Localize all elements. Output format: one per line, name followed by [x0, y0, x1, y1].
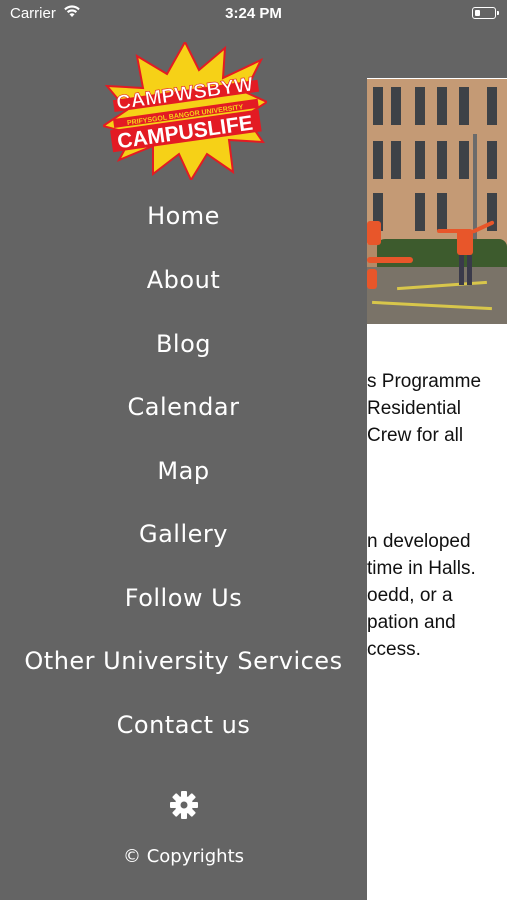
menu-item-gallery[interactable]: Gallery	[0, 520, 367, 548]
menu-item-calendar[interactable]: Calendar	[0, 393, 367, 421]
background-text-line: s Programme	[367, 371, 482, 392]
background-text-line: pation and	[367, 612, 456, 633]
background-text-line: ccess.	[367, 639, 421, 660]
menu-item-follow-us[interactable]: Follow Us	[0, 584, 367, 612]
menu-item-blog[interactable]: Blog	[0, 330, 367, 358]
background-text-line: oedd, or a	[367, 585, 453, 606]
menu-item-home[interactable]: Home	[0, 202, 367, 230]
clock: 3:24 PM	[225, 5, 282, 22]
menu-item-contact-us[interactable]: Contact us	[0, 711, 367, 739]
menu-item-other-university-services[interactable]: Other University Services	[0, 647, 367, 675]
status-bar: Carrier 3:24 PM	[0, 0, 507, 28]
background-text-line: time in Halls.	[367, 558, 476, 579]
campus-life-logo: CAMPWSBYW PRIFYSGOL BANGOR UNIVERSITY CA…	[100, 39, 270, 183]
menu-item-map[interactable]: Map	[0, 457, 367, 485]
battery-icon	[472, 7, 499, 19]
background-text-line: Crew for all	[367, 425, 464, 446]
gear-icon[interactable]	[170, 791, 198, 819]
background-text-line: n developed	[367, 531, 471, 552]
menu-item-about[interactable]: About	[0, 266, 367, 294]
battery-level	[475, 10, 480, 16]
copyright-link[interactable]: © Copyrights	[0, 846, 367, 867]
hero-photo	[367, 79, 507, 324]
navigation-drawer: CAMPWSBYW PRIFYSGOL BANGOR UNIVERSITY CA…	[0, 28, 367, 900]
background-text-line: Residential	[367, 398, 461, 419]
